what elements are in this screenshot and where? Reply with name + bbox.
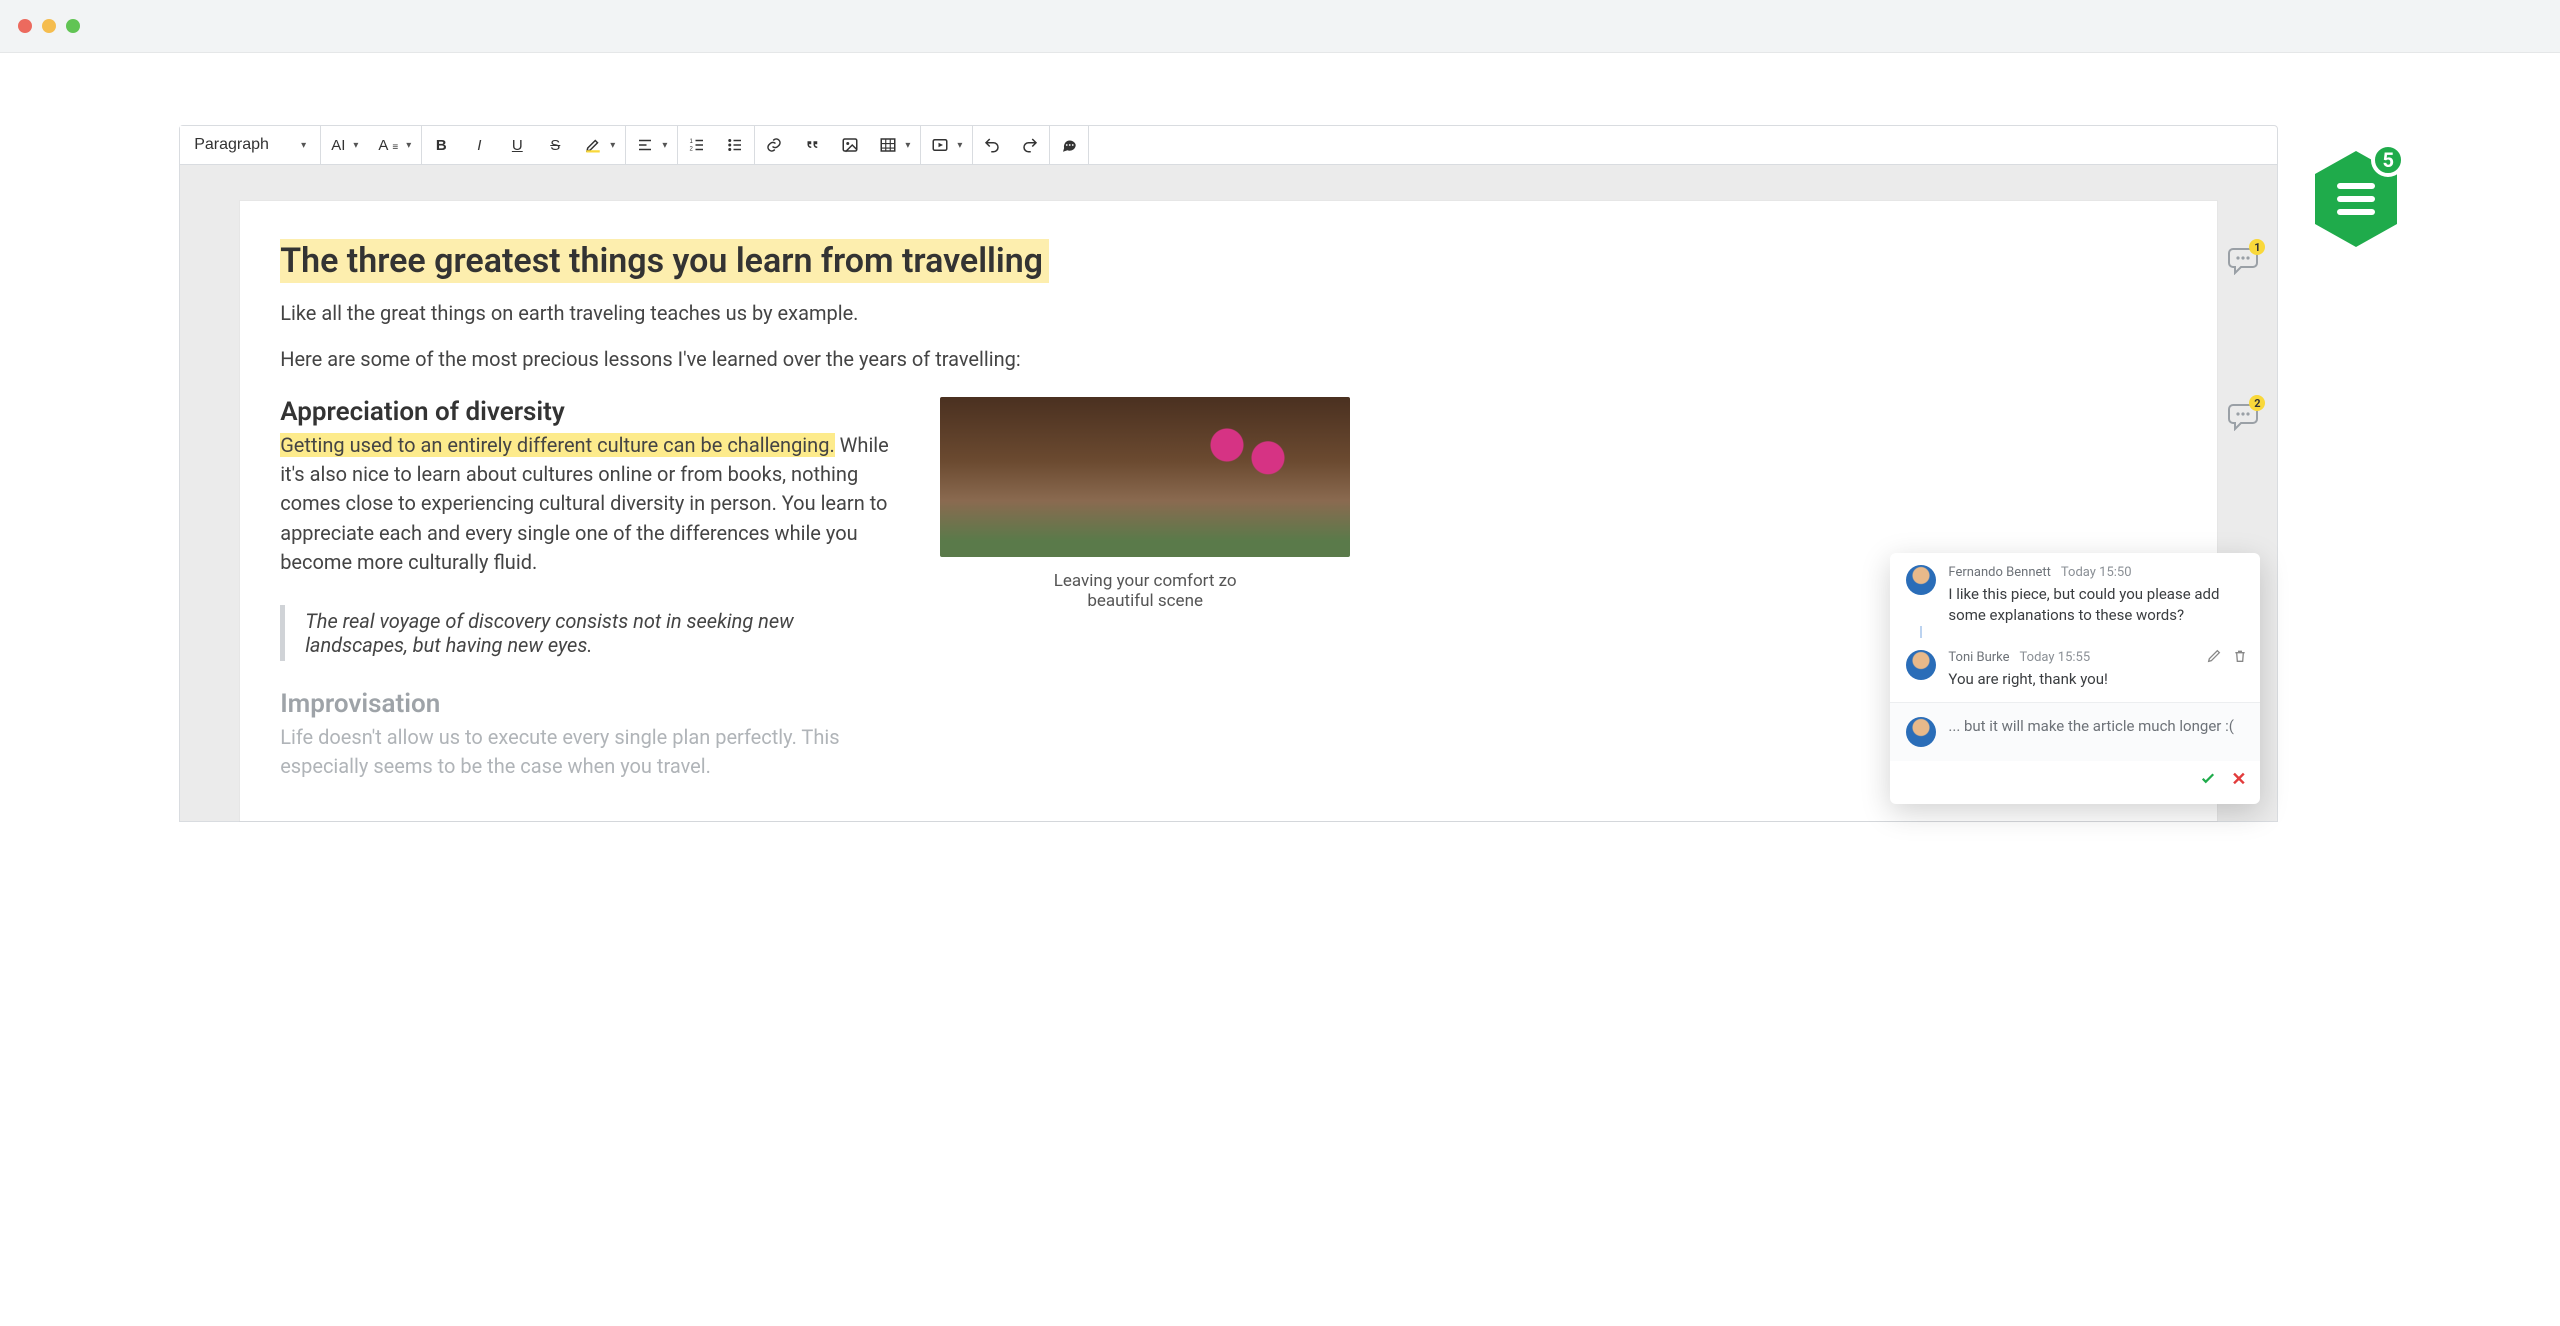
comment-text: I like this piece, but could you please … — [1948, 584, 2244, 626]
chevron-down-icon: ▾ — [957, 140, 962, 151]
comment-marker-2[interactable]: 2 — [2227, 401, 2259, 435]
url-bar[interactable] — [108, 10, 2542, 42]
add-comment-button[interactable] — [1050, 126, 1088, 164]
check-icon — [2199, 769, 2217, 787]
ai-button[interactable]: AI▾ — [321, 126, 368, 164]
chevron-down-icon: ▾ — [301, 140, 306, 151]
edit-comment-button[interactable] — [2206, 648, 2222, 668]
close-window-button[interactable] — [18, 19, 32, 33]
comment-thread: Fernando Bennett Today 15:50 I like this … — [1890, 553, 2260, 804]
numbered-list-button[interactable]: 12 — [678, 126, 716, 164]
pencil-icon — [2206, 648, 2222, 664]
blockquote[interactable]: The real voyage of discovery consists no… — [280, 605, 840, 661]
bullet-list-button[interactable] — [716, 126, 754, 164]
section-1-heading[interactable]: Appreciation of diversity — [280, 397, 900, 427]
table-button[interactable]: ▾ — [869, 126, 920, 164]
avatar — [1906, 650, 1936, 680]
link-icon — [765, 136, 783, 154]
trash-icon — [2232, 648, 2248, 664]
underline-button[interactable]: U — [498, 126, 536, 164]
window-controls — [18, 19, 80, 33]
font-size-button[interactable]: A≡▾ — [368, 126, 421, 164]
figure-image[interactable] — [940, 397, 1350, 557]
comment-icon — [1060, 136, 1078, 154]
collaboration-fab[interactable]: 5 — [2311, 147, 2401, 251]
image-icon — [841, 136, 859, 154]
chevron-down-icon: ▾ — [406, 140, 411, 151]
redo-button[interactable] — [1011, 126, 1049, 164]
section-2-heading[interactable]: Improvisation — [280, 689, 900, 719]
lead-paragraph-2[interactable]: Here are some of the most precious lesso… — [280, 347, 2177, 371]
comment-time: Today 15:50 — [2061, 565, 2132, 580]
comment-author: Fernando Bennett — [1948, 565, 2051, 580]
highlighter-icon — [584, 136, 602, 154]
italic-button[interactable]: I — [460, 126, 498, 164]
ordered-list-icon: 12 — [688, 136, 706, 154]
bullet-list-icon — [726, 136, 744, 154]
comment-item[interactable]: Toni Burke Today 15:55 You are right, tha… — [1890, 638, 2260, 702]
comment-item[interactable]: Fernando Bennett Today 15:50 I like this … — [1890, 553, 2260, 638]
blockquote-button[interactable] — [793, 126, 831, 164]
align-button[interactable]: ▾ — [626, 126, 677, 164]
quote-icon — [803, 136, 821, 154]
comment-count-badge: 2 — [2249, 395, 2265, 411]
comment-marker-1[interactable]: 1 — [2227, 245, 2259, 279]
strikethrough-button[interactable]: S — [536, 126, 574, 164]
section-2-body[interactable]: Life doesn't allow us to execute every s… — [280, 723, 900, 781]
reply-actions: ✕ — [1890, 761, 2260, 804]
editor-toolbar: Paragraph ▾ AI▾ A≡▾ B I U S ▾ ▾ — [179, 125, 2278, 165]
image-button[interactable] — [831, 126, 869, 164]
highlight-button[interactable]: ▾ — [574, 126, 625, 164]
table-icon — [879, 136, 897, 154]
chevron-down-icon: ▾ — [610, 140, 615, 151]
bold-button[interactable]: B — [422, 126, 460, 164]
comment-tools — [2206, 648, 2248, 668]
figure: Leaving your comfort zo beautiful scene — [940, 397, 1350, 781]
figure-caption[interactable]: Leaving your comfort zo beautiful scene — [940, 571, 1350, 611]
media-button[interactable]: ▾ — [921, 126, 972, 164]
comment-time: Today 15:55 — [2020, 650, 2091, 665]
lead-paragraph-1[interactable]: Like all the great things on earth trave… — [280, 301, 2177, 325]
chevron-down-icon: ▾ — [353, 140, 358, 151]
section-1-body[interactable]: Getting used to an entirely different cu… — [280, 431, 900, 577]
maximize-window-button[interactable] — [66, 19, 80, 33]
align-icon — [636, 136, 654, 154]
avatar — [1906, 565, 1936, 595]
section-1-highlight: Getting used to an entirely different cu… — [280, 433, 835, 457]
avatar — [1906, 717, 1936, 747]
comment-text: You are right, thank you! — [1948, 669, 2244, 690]
reply-input[interactable]: ... but it will make the article much lo… — [1948, 717, 2244, 735]
comment-count-badge: 1 — [2249, 239, 2265, 255]
minimize-window-button[interactable] — [42, 19, 56, 33]
browser-chrome — [0, 0, 2560, 53]
submit-reply-button[interactable] — [2199, 769, 2217, 792]
heading-selector[interactable]: Paragraph ▾ — [180, 126, 320, 164]
link-button[interactable] — [755, 126, 793, 164]
svg-text:2: 2 — [690, 146, 694, 152]
delete-comment-button[interactable] — [2232, 648, 2248, 668]
title-highlight: The three greatest things you learn from… — [280, 239, 1049, 283]
comment-author: Toni Burke — [1948, 650, 2009, 665]
undo-button[interactable] — [973, 126, 1011, 164]
reply-row: ... but it will make the article much lo… — [1890, 702, 2260, 761]
redo-icon — [1021, 136, 1039, 154]
document-title[interactable]: The three greatest things you learn from… — [280, 241, 2177, 281]
heading-selector-label: Paragraph — [194, 136, 269, 154]
svg-text:1: 1 — [690, 139, 694, 145]
media-icon — [931, 136, 949, 154]
chevron-down-icon: ▾ — [905, 140, 910, 151]
undo-icon — [983, 136, 1001, 154]
cancel-reply-button[interactable]: ✕ — [2231, 769, 2246, 792]
chevron-down-icon: ▾ — [662, 140, 667, 151]
